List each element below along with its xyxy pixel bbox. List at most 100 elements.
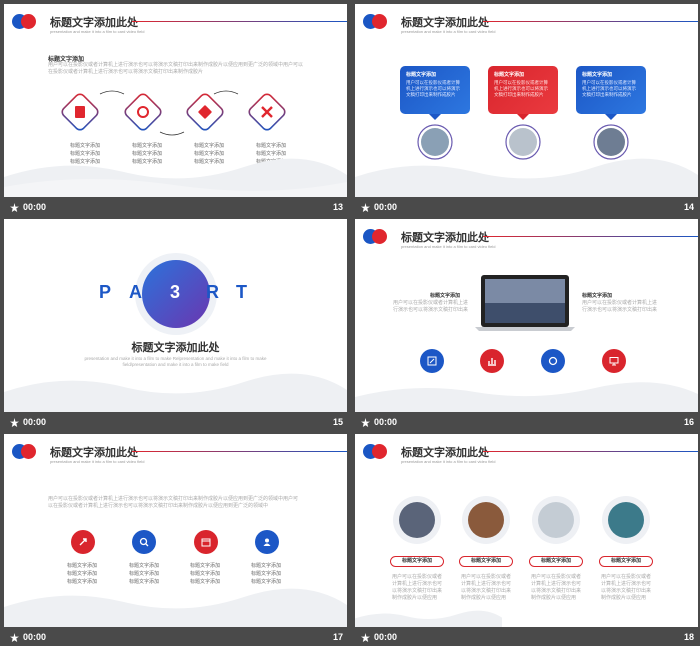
- photo-circles: [417, 114, 629, 160]
- slide-17[interactable]: 标题文字添加此处 presentation and make it into a…: [4, 434, 347, 627]
- part-letter-a: A: [129, 282, 142, 302]
- refresh-icon-button[interactable]: [541, 349, 565, 373]
- slide-thumb-16[interactable]: 标题文字添加此处 presentation and make it into a…: [355, 219, 698, 432]
- labels-col-2: 标题文字添加 标题文字添加 标题文字添加: [132, 143, 163, 165]
- header-line: [483, 236, 698, 237]
- user-icon-button[interactable]: [255, 530, 279, 554]
- slide-info-bar: 00:00 14: [355, 197, 698, 217]
- tag-pill-2: 标题文字添加: [459, 556, 513, 567]
- slide-title: 标题文字添加此处: [50, 17, 138, 29]
- slide-subtitle: presentation and make it into a film to …: [50, 459, 145, 464]
- slide-thumb-13[interactable]: 标题文字添加此处 presentation and make it into a…: [4, 4, 347, 217]
- slide-number: 13: [332, 202, 343, 212]
- slide-thumb-18[interactable]: 标题文字添加此处 presentation and make it into a…: [355, 434, 698, 646]
- slide-info-bar: 00:00 16: [355, 412, 698, 432]
- section-body: 用户可以在投影仪或者计算机上进行演示也可以将演示文稿打印出来制作成胶片以便应用到…: [48, 62, 304, 75]
- slide-info-bar: 00:00 17: [4, 627, 347, 646]
- slide-13[interactable]: 标题文字添加此处 presentation and make it into a…: [4, 4, 347, 197]
- slide-header: 标题文字添加此处 presentation and make it into a…: [4, 4, 347, 44]
- labels-col-2: 标题文字添加 标题文字添加 标题文字添加: [129, 563, 160, 585]
- monitor-icon-button[interactable]: [602, 349, 626, 373]
- tag-pill-1: 标题文字添加: [390, 556, 444, 567]
- tag-pill-3: 标题文字添加: [529, 556, 583, 567]
- slide-number: 14: [683, 202, 694, 212]
- tag-pill-4: 标题文字添加: [599, 556, 653, 567]
- part-subtitle: presentation and make it into a film to …: [84, 356, 267, 367]
- part-number: 3: [170, 282, 181, 302]
- slide-thumb-15[interactable]: P A 3 R T 标题文字添加此处 presentation and make…: [4, 219, 347, 432]
- slide-sorter-grid: 标题文字添加此处 presentation and make it into a…: [0, 0, 700, 646]
- slide-15[interactable]: P A 3 R T 标题文字添加此处 presentation and make…: [4, 219, 347, 412]
- left-body: 用户可以在投影仪或者计算机上进行演示也可以将演示文稿打印出来: [393, 300, 469, 313]
- logo-dots: [363, 444, 387, 460]
- slide-header: 标题文字添加此处 presentation and make it into a…: [355, 219, 698, 259]
- monitor-icon: [609, 357, 619, 366]
- labels-col-1: 标题文字添加 标题文字添加 标题文字添加: [67, 563, 98, 585]
- snow-landscape: [4, 588, 347, 627]
- slide-subtitle: presentation and make it into a film to …: [401, 244, 496, 249]
- labels-col-3: 标题文字添加 标题文字添加 标题文字添加: [194, 143, 225, 165]
- slide-18[interactable]: 标题文字添加此处 presentation and make it into a…: [355, 434, 698, 627]
- photo-circles: [393, 496, 650, 544]
- slide-thumb-17[interactable]: 标题文字添加此处 presentation and make it into a…: [4, 434, 347, 646]
- slide-title: 标题文字添加此处: [401, 232, 489, 244]
- transition-icon: [361, 417, 370, 427]
- rocket-icon-button[interactable]: [71, 530, 95, 554]
- slide-duration: 00:00: [23, 417, 47, 427]
- body-col-2: 用户可以在投影仪或者计算机上进行演示也可以将演示文稿打印出来制作成胶片以便应用: [461, 574, 512, 601]
- search-icon-button[interactable]: [132, 530, 156, 554]
- header-line: [483, 21, 698, 22]
- calendar-icon: [201, 538, 211, 547]
- logo-dots: [363, 229, 387, 245]
- header-line: [483, 451, 698, 452]
- labels-col-4: 标题文字添加 标题文字添加 标题文字添加: [256, 143, 287, 165]
- right-body: 用户可以在投影仪或者计算机上进行演示也可以将演示文稿打印出来: [582, 300, 658, 313]
- body-col-1: 用户可以在投影仪或者计算机上进行演示也可以将演示文稿打印出来制作成胶片以便应用: [392, 574, 443, 601]
- chart-icon: [488, 358, 496, 366]
- info-box-3: 标题文字添加 用户可以在投影仪或者计算机上进行演示也可以将演示文稿打印出来制作成…: [576, 66, 646, 114]
- slide-number: 15: [332, 417, 343, 427]
- labels-col-4: 标题文字添加 标题文字添加 标题文字添加: [251, 563, 282, 585]
- slide-subtitle: presentation and make it into a film to …: [401, 459, 496, 464]
- slide-duration: 00:00: [374, 632, 398, 642]
- part-title: 标题文字添加此处: [131, 342, 220, 354]
- logo-dots: [12, 14, 36, 30]
- laptop-image: [475, 275, 575, 331]
- slide-duration: 00:00: [374, 202, 398, 212]
- slide-thumb-14[interactable]: 标题文字添加此处 presentation and make it into a…: [355, 4, 698, 217]
- transition-icon: [361, 202, 370, 212]
- transition-icon: [361, 632, 370, 642]
- slide-title: 标题文字添加此处: [401, 447, 489, 459]
- header-line: [132, 21, 347, 22]
- slide-header: 标题文字添加此处 presentation and make it into a…: [355, 4, 698, 44]
- search-icon: [139, 537, 149, 547]
- slide-14[interactable]: 标题文字添加此处 presentation and make it into a…: [355, 4, 698, 197]
- snow-landscape: [355, 382, 698, 412]
- user-icon: [263, 538, 271, 546]
- chart-icon-button[interactable]: [480, 349, 504, 373]
- slide-duration: 00:00: [374, 417, 398, 427]
- edit-icon: [427, 356, 437, 366]
- slide-info-bar: 00:00 13: [4, 197, 347, 217]
- info-box-1: 标题文字添加 用户可以在投影仪或者计算机上进行演示也可以将演示文稿打印出来制作成…: [400, 66, 470, 114]
- slide-subtitle: presentation and make it into a film to …: [50, 29, 145, 34]
- header-line: [132, 451, 347, 452]
- slide-16[interactable]: 标题文字添加此处 presentation and make it into a…: [355, 219, 698, 412]
- edit-icon-button[interactable]: [420, 349, 444, 373]
- left-title: 标题文字添加: [430, 293, 461, 299]
- refresh-icon: [548, 356, 558, 366]
- logo-dots: [363, 14, 387, 30]
- part-letter-r: R: [206, 282, 219, 302]
- slide-header: 标题文字添加此处 presentation and make it into a…: [355, 434, 698, 474]
- slide-number: 16: [683, 417, 694, 427]
- labels-col-3: 标题文字添加 标题文字添加 标题文字添加: [190, 563, 221, 585]
- transition-icon: [10, 417, 19, 427]
- slide-title: 标题文字添加此处: [50, 447, 138, 459]
- slide-duration: 00:00: [23, 202, 47, 212]
- slide-info-bar: 00:00 15: [4, 412, 347, 432]
- slide-subtitle: presentation and make it into a film to …: [401, 29, 496, 34]
- calendar-icon-button[interactable]: [194, 530, 218, 554]
- logo-dots: [12, 444, 36, 460]
- rocket-icon: [79, 538, 87, 546]
- section-body: 用户可以在投影仪或者计算机上进行演示也可以将演示文稿打印出来制作成胶片以便应用到…: [48, 496, 299, 509]
